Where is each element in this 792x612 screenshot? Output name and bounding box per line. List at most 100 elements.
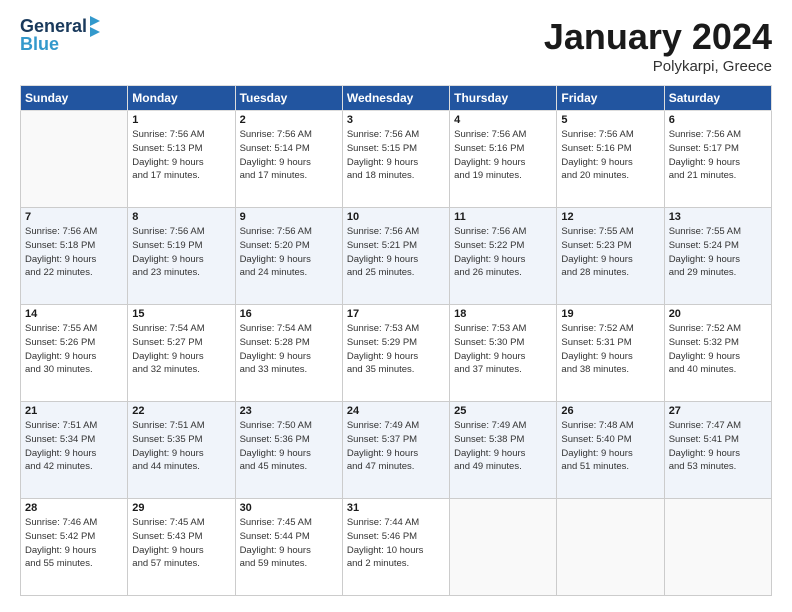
sunrise-text: Sunrise: 7:56 AM [132,129,204,140]
day-number: 11 [454,211,552,223]
week-row-2: 7Sunrise: 7:56 AMSunset: 5:18 PMDaylight… [21,208,772,305]
day-number: 28 [25,502,123,514]
sunrise-text: Sunrise: 7:49 AM [454,420,526,431]
daylight-text-2: and 24 minutes. [240,267,308,278]
logo: General Blue [20,16,100,55]
day-number: 24 [347,405,445,417]
sunset-text: Sunset: 5:46 PM [347,531,417,542]
daylight-text: Daylight: 9 hours [561,351,632,362]
header-friday: Friday [557,86,664,111]
calendar-cell: 29Sunrise: 7:45 AMSunset: 5:43 PMDayligh… [128,499,235,596]
day-number: 8 [132,211,230,223]
daylight-text-2: and 53 minutes. [669,461,737,472]
day-number: 19 [561,308,659,320]
daylight-text: Daylight: 9 hours [240,254,311,265]
daylight-text-2: and 35 minutes. [347,364,415,375]
daylight-text: Daylight: 9 hours [454,254,525,265]
calendar-cell: 15Sunrise: 7:54 AMSunset: 5:27 PMDayligh… [128,305,235,402]
sunset-text: Sunset: 5:13 PM [132,143,202,154]
daylight-text-2: and 19 minutes. [454,170,522,181]
header-monday: Monday [128,86,235,111]
sunrise-text: Sunrise: 7:56 AM [240,226,312,237]
day-info: Sunrise: 7:56 AMSunset: 5:18 PMDaylight:… [25,225,123,280]
daylight-text: Daylight: 9 hours [240,157,311,168]
daylight-text-2: and 25 minutes. [347,267,415,278]
calendar-cell: 5Sunrise: 7:56 AMSunset: 5:16 PMDaylight… [557,111,664,208]
calendar-cell: 21Sunrise: 7:51 AMSunset: 5:34 PMDayligh… [21,402,128,499]
day-number: 3 [347,114,445,126]
sunset-text: Sunset: 5:42 PM [25,531,95,542]
calendar-cell: 27Sunrise: 7:47 AMSunset: 5:41 PMDayligh… [664,402,771,499]
calendar-cell: 19Sunrise: 7:52 AMSunset: 5:31 PMDayligh… [557,305,664,402]
sunset-text: Sunset: 5:16 PM [454,143,524,154]
daylight-text-2: and 44 minutes. [132,461,200,472]
daylight-text-2: and 33 minutes. [240,364,308,375]
daylight-text-2: and 38 minutes. [561,364,629,375]
weekday-header-row: Sunday Monday Tuesday Wednesday Thursday… [21,86,772,111]
sunset-text: Sunset: 5:37 PM [347,434,417,445]
sunset-text: Sunset: 5:20 PM [240,240,310,251]
calendar-cell: 31Sunrise: 7:44 AMSunset: 5:46 PMDayligh… [342,499,449,596]
sunrise-text: Sunrise: 7:54 AM [240,323,312,334]
day-info: Sunrise: 7:45 AMSunset: 5:43 PMDaylight:… [132,516,230,571]
daylight-text: Daylight: 9 hours [132,157,203,168]
sunrise-text: Sunrise: 7:56 AM [132,226,204,237]
header-wednesday: Wednesday [342,86,449,111]
calendar-cell: 16Sunrise: 7:54 AMSunset: 5:28 PMDayligh… [235,305,342,402]
daylight-text: Daylight: 9 hours [454,157,525,168]
sunrise-text: Sunrise: 7:51 AM [132,420,204,431]
calendar-cell: 30Sunrise: 7:45 AMSunset: 5:44 PMDayligh… [235,499,342,596]
daylight-text: Daylight: 9 hours [669,254,740,265]
day-number: 9 [240,211,338,223]
day-info: Sunrise: 7:55 AMSunset: 5:23 PMDaylight:… [561,225,659,280]
sunrise-text: Sunrise: 7:53 AM [347,323,419,334]
day-number: 13 [669,211,767,223]
day-info: Sunrise: 7:55 AMSunset: 5:24 PMDaylight:… [669,225,767,280]
calendar-cell: 4 Sunrise: 7:56 AMSunset: 5:16 PMDaylight… [450,111,557,208]
sunset-text: Sunset: 5:41 PM [669,434,739,445]
month-title: January 2024 [544,16,772,58]
daylight-text-2: and 51 minutes. [561,461,629,472]
day-info: Sunrise: 7:56 AM Sunset: 5:20 PM Daylight:… [240,225,338,280]
sunset-text: Sunset: 5:32 PM [669,337,739,348]
day-info: Sunrise: 7:54 AMSunset: 5:28 PMDaylight:… [240,322,338,377]
daylight-text-2: and 26 minutes. [454,267,522,278]
sunset-text: Sunset: 5:38 PM [454,434,524,445]
daylight-text: Daylight: 9 hours [454,448,525,459]
day-info: Sunrise: 7:53 AMSunset: 5:30 PMDaylight:… [454,322,552,377]
day-number: 20 [669,308,767,320]
day-info: Sunrise: 7:54 AMSunset: 5:27 PMDaylight:… [132,322,230,377]
day-info: Sunrise: 7:56 AMSunset: 5:21 PMDaylight:… [347,225,445,280]
day-number: 12 [561,211,659,223]
sunset-text: Sunset: 5:16 PM [561,143,631,154]
sunset-text: Sunset: 5:21 PM [347,240,417,251]
day-number: 1 [132,114,230,126]
calendar-cell: 24 Sunrise: 7:49 AMSunset: 5:37 PMDayligh… [342,402,449,499]
sunrise-text: Sunrise: 7:45 AM [240,517,312,528]
calendar-cell: 13 Sunrise: 7:55 AMSunset: 5:24 PMDayligh… [664,208,771,305]
day-info: Sunrise: 7:45 AMSunset: 5:44 PMDaylight:… [240,516,338,571]
sunrise-text: Sunrise: 7:52 AM [669,323,741,334]
day-info: Sunrise: 7:51 AMSunset: 5:35 PMDaylight:… [132,419,230,474]
calendar-cell: 8Sunrise: 7:56 AMSunset: 5:19 PMDaylight… [128,208,235,305]
daylight-text-2: and 22 minutes. [25,267,93,278]
daylight-text-2: and 28 minutes. [561,267,629,278]
sunset-text: Sunset: 5:26 PM [25,337,95,348]
day-info: Sunrise: 7:56 AMSunset: 5:16 PMDaylight:… [454,128,552,183]
daylight-text-2: and 57 minutes. [132,558,200,569]
week-row-5: 28Sunrise: 7:46 AMSunset: 5:42 PMDayligh… [21,499,772,596]
header-tuesday: Tuesday [235,86,342,111]
sunrise-text: Sunrise: 7:55 AM [669,226,741,237]
day-info: Sunrise: 7:49 AM Sunset: 5:38 PM Daylight:… [454,419,552,474]
daylight-text: Daylight: 9 hours [240,351,311,362]
day-number: 4 [454,114,552,126]
sunset-text: Sunset: 5:15 PM [347,143,417,154]
header-sunday: Sunday [21,86,128,111]
calendar-cell: 1 Sunrise: 7:56 AM Sunset: 5:13 PM Daylight… [128,111,235,208]
sunrise-text: Sunrise: 7:56 AM [347,226,419,237]
sunrise-text: Sunrise: 7:48 AM [561,420,633,431]
calendar-cell: 10Sunrise: 7:56 AMSunset: 5:21 PMDayligh… [342,208,449,305]
day-info: Sunrise: 7:49 AMSunset: 5:37 PMDaylight:… [347,419,445,474]
sunset-text: Sunset: 5:31 PM [561,337,631,348]
day-number: 25 [454,405,552,417]
